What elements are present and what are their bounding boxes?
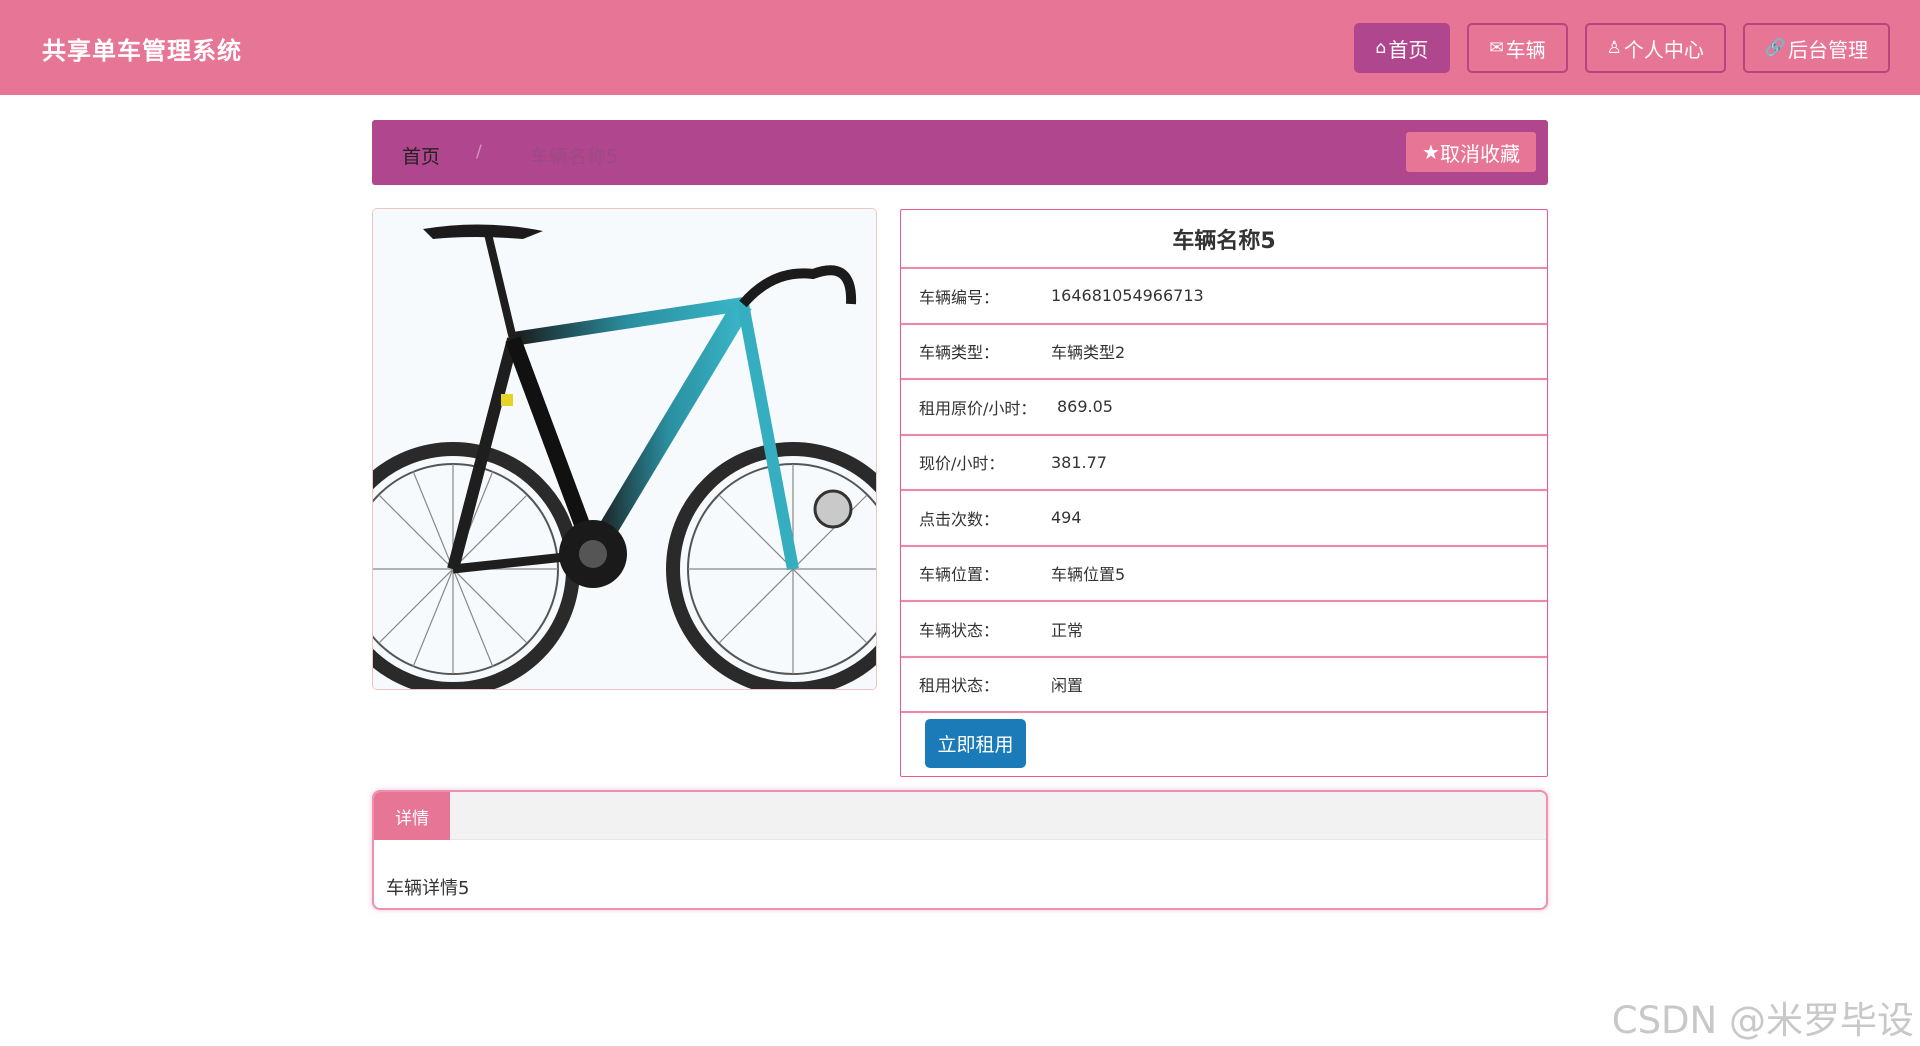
breadcrumb-current: 车辆名称5: [530, 146, 619, 168]
nav-admin-label: 后台管理: [1788, 37, 1868, 62]
info-value: 164681054966713: [1051, 286, 1204, 306]
info-row-rent-status: 租用状态： 闲置: [901, 655, 1547, 712]
rent-now-button[interactable]: 立即租用: [925, 719, 1026, 768]
nav-profile-button[interactable]: ♙ 个人中心: [1584, 23, 1726, 73]
info-label: 车辆状态：: [919, 620, 1000, 640]
detail-panel: 详情 车辆详情5: [372, 790, 1548, 910]
vehicle-info-panel: 车辆名称5 车辆编号： 164681054966713 车辆类型： 车辆类型2 …: [900, 209, 1548, 777]
info-row-clicks: 点击次数： 494: [901, 489, 1547, 545]
info-value: 正常: [1051, 620, 1084, 640]
info-label: 租用状态：: [919, 676, 1000, 696]
info-label: 车辆类型：: [919, 343, 1000, 363]
info-label: 点击次数：: [919, 509, 1000, 529]
info-label: 现价/小时：: [919, 454, 1005, 474]
brand-title: 共享单车管理系统: [42, 37, 242, 65]
info-row-current-price: 现价/小时： 381.77: [901, 433, 1547, 490]
nav-home-label: 首页: [1388, 37, 1429, 62]
nav-profile-label: 个人中心: [1623, 37, 1704, 62]
vehicle-name-title: 车辆名称5: [1172, 228, 1276, 254]
info-label: 车辆位置：: [919, 565, 1000, 585]
info-value: 车辆类型2: [1051, 343, 1126, 363]
top-nav: ⌂ 首页 ✉ 车辆 ♙ 个人中心 🔗 后台管理: [1353, 23, 1890, 73]
info-row-location: 车辆位置： 车辆位置5: [901, 544, 1547, 601]
unfavorite-label: 取消收藏: [1439, 141, 1520, 166]
tab-detail[interactable]: 详情: [374, 792, 450, 840]
detail-tabs: 详情: [374, 792, 1546, 840]
vehicle-image: [372, 208, 877, 690]
nav-home-button[interactable]: ⌂ 首页: [1353, 23, 1451, 73]
mail-icon: ✉: [1489, 38, 1504, 58]
nav-vehicle-button[interactable]: ✉ 车辆: [1467, 23, 1568, 73]
nav-admin-button[interactable]: 🔗 后台管理: [1742, 23, 1890, 73]
home-icon: ⌂: [1375, 38, 1387, 58]
info-value: 381.77: [1051, 452, 1107, 472]
star-icon: ★: [1422, 140, 1440, 164]
unfavorite-button[interactable]: ★ 取消收藏: [1406, 132, 1536, 172]
link-icon: 🔗: [1764, 38, 1786, 58]
detail-content: 车辆详情5: [386, 878, 470, 899]
nav-vehicle-label: 车辆: [1505, 37, 1546, 62]
info-row-type: 车辆类型： 车辆类型2: [901, 322, 1547, 379]
info-value: 869.05: [1057, 397, 1113, 417]
info-value: 车辆位置5: [1051, 565, 1126, 585]
rent-action-row: 立即租用: [901, 711, 1547, 774]
info-value: 494: [1051, 508, 1082, 528]
breadcrumb: 首页 / 车辆名称5 ★ 取消收藏: [372, 120, 1548, 185]
watermark: CSDN @米罗毕设: [1611, 999, 1914, 1042]
info-row-id: 车辆编号： 164681054966713: [901, 267, 1547, 323]
bicycle-illustration: [373, 209, 876, 689]
info-value: 闲置: [1051, 676, 1084, 696]
breadcrumb-home-link[interactable]: 首页: [402, 142, 440, 169]
info-label: 车辆编号：: [919, 287, 1000, 307]
top-header: 共享单车管理系统 ⌂ 首页 ✉ 车辆 ♙ 个人中心 🔗 后台管理: [0, 0, 1920, 95]
user-icon: ♙: [1606, 38, 1622, 58]
info-row-status: 车辆状态： 正常: [901, 600, 1547, 656]
info-row-original-price: 租用原价/小时： 869.05: [901, 378, 1547, 434]
info-label: 租用原价/小时：: [919, 398, 1037, 418]
breadcrumb-separator: /: [476, 142, 482, 162]
